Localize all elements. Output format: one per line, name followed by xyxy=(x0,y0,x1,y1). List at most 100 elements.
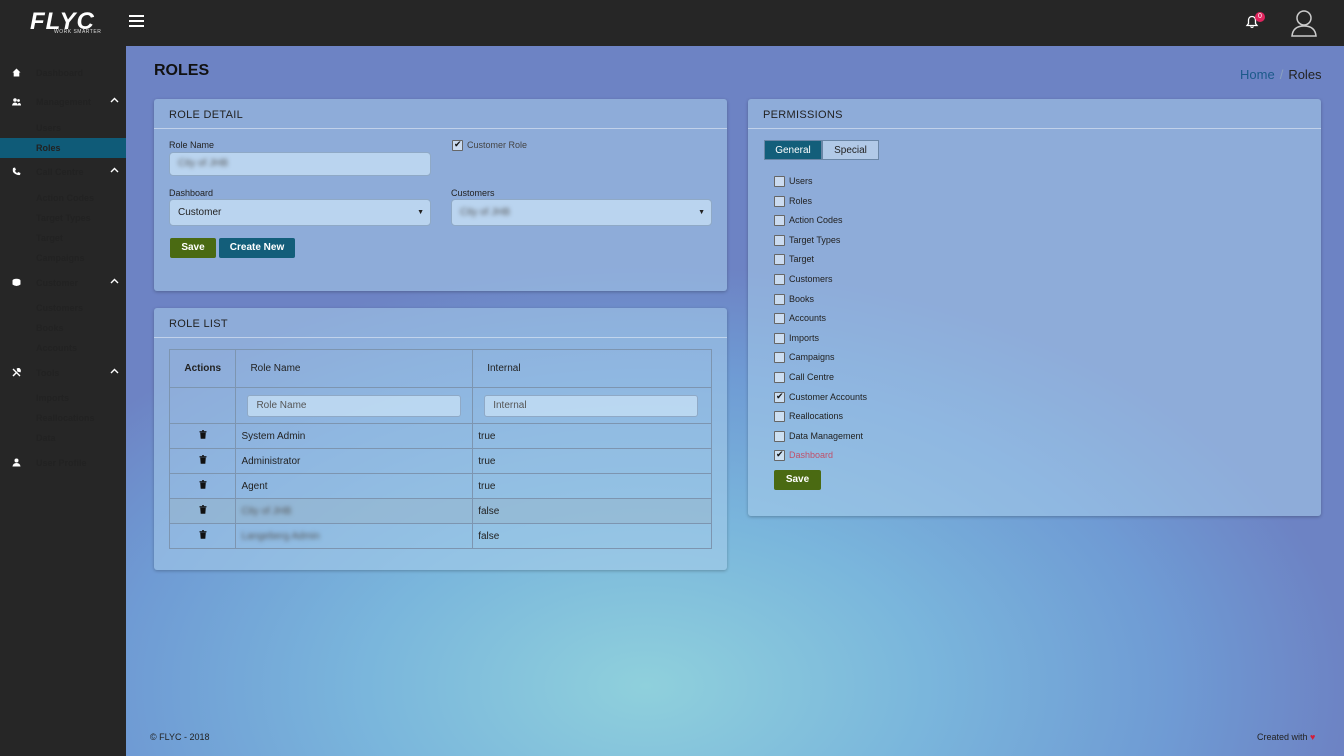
permission-checkbox[interactable] xyxy=(774,313,785,324)
top-bar: FLYC WORK SMARTER 0 xyxy=(0,0,1344,46)
customer-role-label: Customer Role xyxy=(467,140,528,150)
sidebar-item-target-types[interactable]: Target Types xyxy=(0,208,126,228)
permission-label: Accounts xyxy=(789,313,827,323)
sidebar-item-label: Books xyxy=(36,323,64,333)
user-avatar-icon[interactable] xyxy=(1290,8,1318,38)
sidebar-item-accounts[interactable]: Accounts xyxy=(0,338,126,358)
permission-checkbox[interactable] xyxy=(774,294,785,305)
chevron-up-icon xyxy=(110,368,119,374)
permission-checkbox[interactable] xyxy=(774,254,785,265)
permission-checkbox[interactable] xyxy=(774,372,785,383)
trash-icon[interactable] xyxy=(199,505,207,514)
breadcrumb: Home / Roles xyxy=(1240,67,1322,82)
permission-checkbox[interactable] xyxy=(774,196,785,207)
actions-cell xyxy=(168,473,237,499)
permission-label: Call Centre xyxy=(789,372,835,382)
trash-icon[interactable] xyxy=(199,455,207,464)
permission-checkbox[interactable] xyxy=(774,411,785,422)
breadcrumb-home-link[interactable]: Home xyxy=(1240,67,1275,82)
trash-icon[interactable] xyxy=(199,430,207,439)
sidebar-item-action-codes[interactable]: Action Codes xyxy=(0,188,126,208)
internal-cell: true xyxy=(472,423,712,449)
sidebar-group-tools[interactable]: Tools xyxy=(0,362,126,384)
sidebar-item-target[interactable]: Target xyxy=(0,228,126,248)
tools-icon xyxy=(12,368,21,377)
filter-cell-role-name: Role Name xyxy=(235,387,474,424)
chevron-up-icon xyxy=(110,278,119,284)
permission-checkbox[interactable] xyxy=(774,274,785,285)
role-list-card: ROLE LIST Actions Role Name Internal Rol… xyxy=(154,308,727,570)
sidebar-item-dashboard[interactable]: Dashboard xyxy=(0,62,126,84)
internal-cell: true xyxy=(472,448,712,474)
sidebar-item-label: Customers xyxy=(36,303,84,313)
actions-cell xyxy=(168,498,237,524)
permission-checkbox-checked[interactable] xyxy=(774,449,785,461)
dashboard-select[interactable]: Customer ▼ xyxy=(169,199,431,226)
footer-copyright: © FLYC - 2018 xyxy=(150,732,210,742)
permissions-save-button[interactable]: Save xyxy=(774,470,821,490)
save-button[interactable]: Save xyxy=(170,238,216,258)
card-title: PERMISSIONS xyxy=(763,109,843,121)
trash-icon[interactable] xyxy=(199,480,207,489)
menu-toggle-icon[interactable] xyxy=(129,15,144,27)
sidebar-item-label: Reallocations xyxy=(36,413,95,423)
table-row[interactable]: System Admin true xyxy=(168,423,712,449)
role-name-filter-input[interactable]: Role Name xyxy=(247,394,462,417)
permission-checkbox[interactable] xyxy=(774,352,785,363)
permission-label: Roles xyxy=(789,196,813,206)
sidebar-item-roles[interactable]: Roles xyxy=(0,138,126,158)
permission-label: Action Codes xyxy=(789,215,843,225)
sidebar-item-label: Data xyxy=(36,433,56,443)
internal-cell: false xyxy=(472,498,712,524)
permission-checkbox-checked[interactable] xyxy=(774,391,785,403)
trash-icon[interactable] xyxy=(199,530,207,539)
sidebar-item-reallocations[interactable]: Reallocations xyxy=(0,408,126,428)
sidebar-item-imports[interactable]: Imports xyxy=(0,388,126,408)
sidebar-item-label: Users xyxy=(36,123,62,133)
customer-role-checkbox[interactable] xyxy=(452,139,463,151)
sidebar-item-label: Imports xyxy=(36,393,70,403)
permission-checkbox[interactable] xyxy=(774,215,785,226)
customers-selected-value: City of JHB xyxy=(460,207,511,218)
table-row[interactable]: Agent true xyxy=(168,473,712,499)
permission-checkbox[interactable] xyxy=(774,333,785,344)
sidebar-item-data[interactable]: Data xyxy=(0,428,126,448)
sidebar-item-users[interactable]: Users xyxy=(0,118,126,138)
permissions-card: PERMISSIONS General Special Users Roles … xyxy=(748,99,1321,516)
sidebar-group-call-centre[interactable]: Call Centre xyxy=(0,161,126,183)
role-name-label: Role Name xyxy=(169,140,215,150)
column-header-role-name[interactable]: Role Name xyxy=(235,349,474,388)
sidebar-group-management[interactable]: Management xyxy=(0,91,126,113)
table-row-selected[interactable]: City of JHB false xyxy=(168,498,712,524)
dashboard-selected-value: Customer xyxy=(178,207,222,218)
role-name-input[interactable]: City of JHB xyxy=(169,152,431,176)
tab-special[interactable]: Special xyxy=(822,140,879,160)
column-header-internal[interactable]: Internal xyxy=(472,349,712,388)
users-icon xyxy=(12,98,21,106)
permission-label: Dashboard xyxy=(789,450,834,460)
sidebar-item-user-profile[interactable]: User Profile xyxy=(0,452,126,474)
sidebar-item-campaigns[interactable]: Campaigns xyxy=(0,248,126,268)
sidebar-item-books[interactable]: Books xyxy=(0,318,126,338)
tab-general[interactable]: General xyxy=(764,140,822,160)
footer-credit: Created with ♥ xyxy=(1257,732,1315,742)
sidebar-group-customer[interactable]: Customer xyxy=(0,272,126,294)
sidebar-item-label: Tools xyxy=(36,368,60,378)
sidebar-item-label: Dashboard xyxy=(36,68,84,78)
permission-checkbox[interactable] xyxy=(774,431,785,442)
customers-select[interactable]: City of JHB ▼ xyxy=(451,199,712,226)
role-detail-card: ROLE DETAIL Role Name City of JHB Custom… xyxy=(154,99,727,291)
notification-badge: 0 xyxy=(1255,12,1265,22)
permission-label: Imports xyxy=(789,333,820,343)
actions-cell xyxy=(168,448,237,474)
internal-filter-input[interactable]: Internal xyxy=(484,394,699,417)
permission-checkbox[interactable] xyxy=(774,176,785,187)
create-new-button[interactable]: Create New xyxy=(219,238,295,258)
table-row[interactable]: Administrator true xyxy=(168,448,712,474)
sidebar-item-customers[interactable]: Customers xyxy=(0,298,126,318)
user-icon xyxy=(12,458,21,467)
permission-checkbox[interactable] xyxy=(774,235,785,246)
brand-logo[interactable]: FLYC WORK SMARTER xyxy=(30,8,112,38)
card-header: ROLE LIST xyxy=(154,308,727,338)
table-row[interactable]: Langeberg Admin false xyxy=(168,523,712,549)
